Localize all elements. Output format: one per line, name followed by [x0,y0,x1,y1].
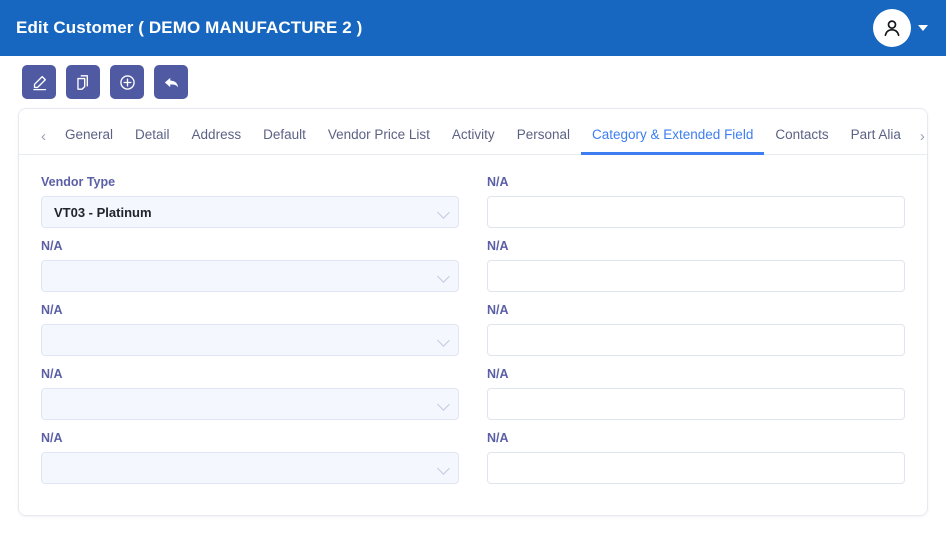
app-header: Edit Customer ( DEMO MANUFACTURE 2 ) [0,0,946,56]
back-button[interactable] [154,65,188,99]
add-button[interactable] [110,65,144,99]
field-label: N/A [41,239,63,253]
select-wrapper [41,260,459,292]
field-label: N/A [487,431,509,445]
field-label: N/A [487,303,509,317]
field-extended-select-3: N/A [41,303,459,356]
extended-text-input-3[interactable] [487,324,905,356]
field-extended-select-5: N/A [41,431,459,484]
field-extended-text-4: N/A [487,367,905,420]
tab-default[interactable]: Default [252,127,317,156]
action-toolbar [0,56,946,108]
field-label: N/A [487,367,509,381]
header-user-menu[interactable] [873,9,928,47]
tab-general[interactable]: General [54,127,124,156]
category-extended-field-form: Vendor Type N/A N/A N/A N/A [19,155,927,495]
field-extended-select-4: N/A [41,367,459,420]
content-card: ‹ General Detail Address Default Vendor … [18,108,928,516]
user-avatar-icon[interactable] [873,9,911,47]
extended-text-input-5[interactable] [487,452,905,484]
tab-activity[interactable]: Activity [441,127,506,156]
edit-button[interactable] [22,65,56,99]
field-label: N/A [41,367,63,381]
field-vendor-type: Vendor Type [41,175,459,228]
field-extended-select-2: N/A [41,239,459,292]
tab-bar: ‹ General Detail Address Default Vendor … [19,109,927,155]
field-extended-text-2: N/A [487,239,905,292]
select-wrapper [41,452,459,484]
extended-text-input-4[interactable] [487,388,905,420]
tab-part-alia[interactable]: Part Alia [840,127,912,156]
extended-select-2[interactable] [41,260,459,292]
extended-text-input-1[interactable] [487,196,905,228]
tab-detail[interactable]: Detail [124,127,181,156]
tab-vendor-price-list[interactable]: Vendor Price List [317,127,441,156]
extended-select-4[interactable] [41,388,459,420]
extended-select-3[interactable] [41,324,459,356]
field-extended-text-3: N/A [487,303,905,356]
extended-select-5[interactable] [41,452,459,484]
tab-contacts[interactable]: Contacts [764,127,839,156]
chevron-left-icon[interactable]: ‹ [33,129,54,154]
tab-category-extended-field[interactable]: Category & Extended Field [580,127,765,155]
field-extended-text-5: N/A [487,431,905,484]
field-label: N/A [41,431,63,445]
chevron-right-icon[interactable]: › [912,129,933,154]
extended-text-input-2[interactable] [487,260,905,292]
tab-address[interactable]: Address [181,127,253,156]
vendor-type-select[interactable] [41,196,459,228]
tab-personal[interactable]: Personal [506,127,581,156]
field-label: N/A [487,239,509,253]
select-wrapper [41,196,459,228]
field-label: Vendor Type [41,175,116,189]
field-label: N/A [41,303,63,317]
select-wrapper [41,324,459,356]
field-extended-text-1: N/A [487,175,905,228]
field-label: N/A [487,175,509,189]
page-title: Edit Customer ( DEMO MANUFACTURE 2 ) [16,18,363,37]
copy-button[interactable] [66,65,100,99]
chevron-down-icon[interactable] [918,25,928,31]
select-wrapper [41,388,459,420]
